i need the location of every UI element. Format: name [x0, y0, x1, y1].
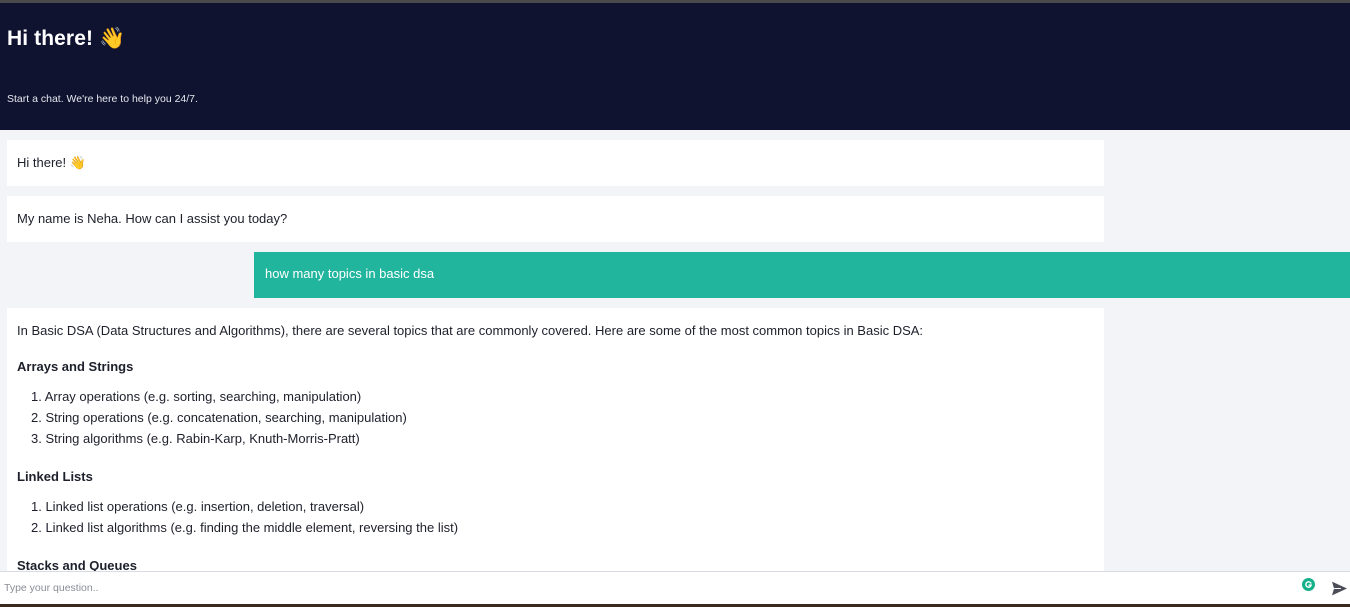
section-heading: Arrays and Strings	[17, 359, 134, 374]
user-message: how many topics in basic dsa	[254, 252, 1350, 298]
header-subtitle: Start a chat. We're here to help you 24/…	[7, 93, 198, 105]
list-item: 1. Linked list operations (e.g. insertio…	[31, 499, 365, 514]
chat-header: Hi there! 👋 Start a chat. We're here to …	[0, 3, 1350, 130]
bot-message-intro: In Basic DSA (Data Structures and Algori…	[17, 323, 924, 338]
question-input[interactable]	[0, 572, 1290, 604]
list-item: 2. String operations (e.g. concatenation…	[31, 410, 407, 425]
bot-message: Hi there! 👋	[7, 140, 1104, 186]
section-heading: Linked Lists	[17, 469, 93, 484]
grammarly-icon[interactable]	[1302, 578, 1315, 591]
bot-message-text: Hi there! 👋	[17, 155, 86, 170]
chat-messages[interactable]: Hi there! 👋 My name is Neha. How can I a…	[0, 130, 1350, 571]
list-item: 1. Array operations (e.g. sorting, searc…	[31, 389, 362, 404]
bot-message: In Basic DSA (Data Structures and Algori…	[7, 308, 1104, 571]
composer-bar	[0, 571, 1350, 604]
topic-list: 1. Linked list operations (e.g. insertio…	[17, 496, 1094, 538]
list-item: 2. Linked list algorithms (e.g. finding …	[31, 520, 459, 535]
topic-list: 1. Array operations (e.g. sorting, searc…	[17, 386, 1094, 449]
send-icon[interactable]	[1331, 581, 1348, 596]
bot-message: My name is Neha. How can I assist you to…	[7, 196, 1104, 242]
user-message-text: how many topics in basic dsa	[265, 266, 435, 281]
list-item: 3. String algorithms (e.g. Rabin-Karp, K…	[31, 431, 360, 446]
bot-message-text: My name is Neha. How can I assist you to…	[17, 211, 288, 226]
section-heading: Stacks and Queues	[17, 558, 137, 571]
header-title: Hi there! 👋	[7, 27, 126, 50]
